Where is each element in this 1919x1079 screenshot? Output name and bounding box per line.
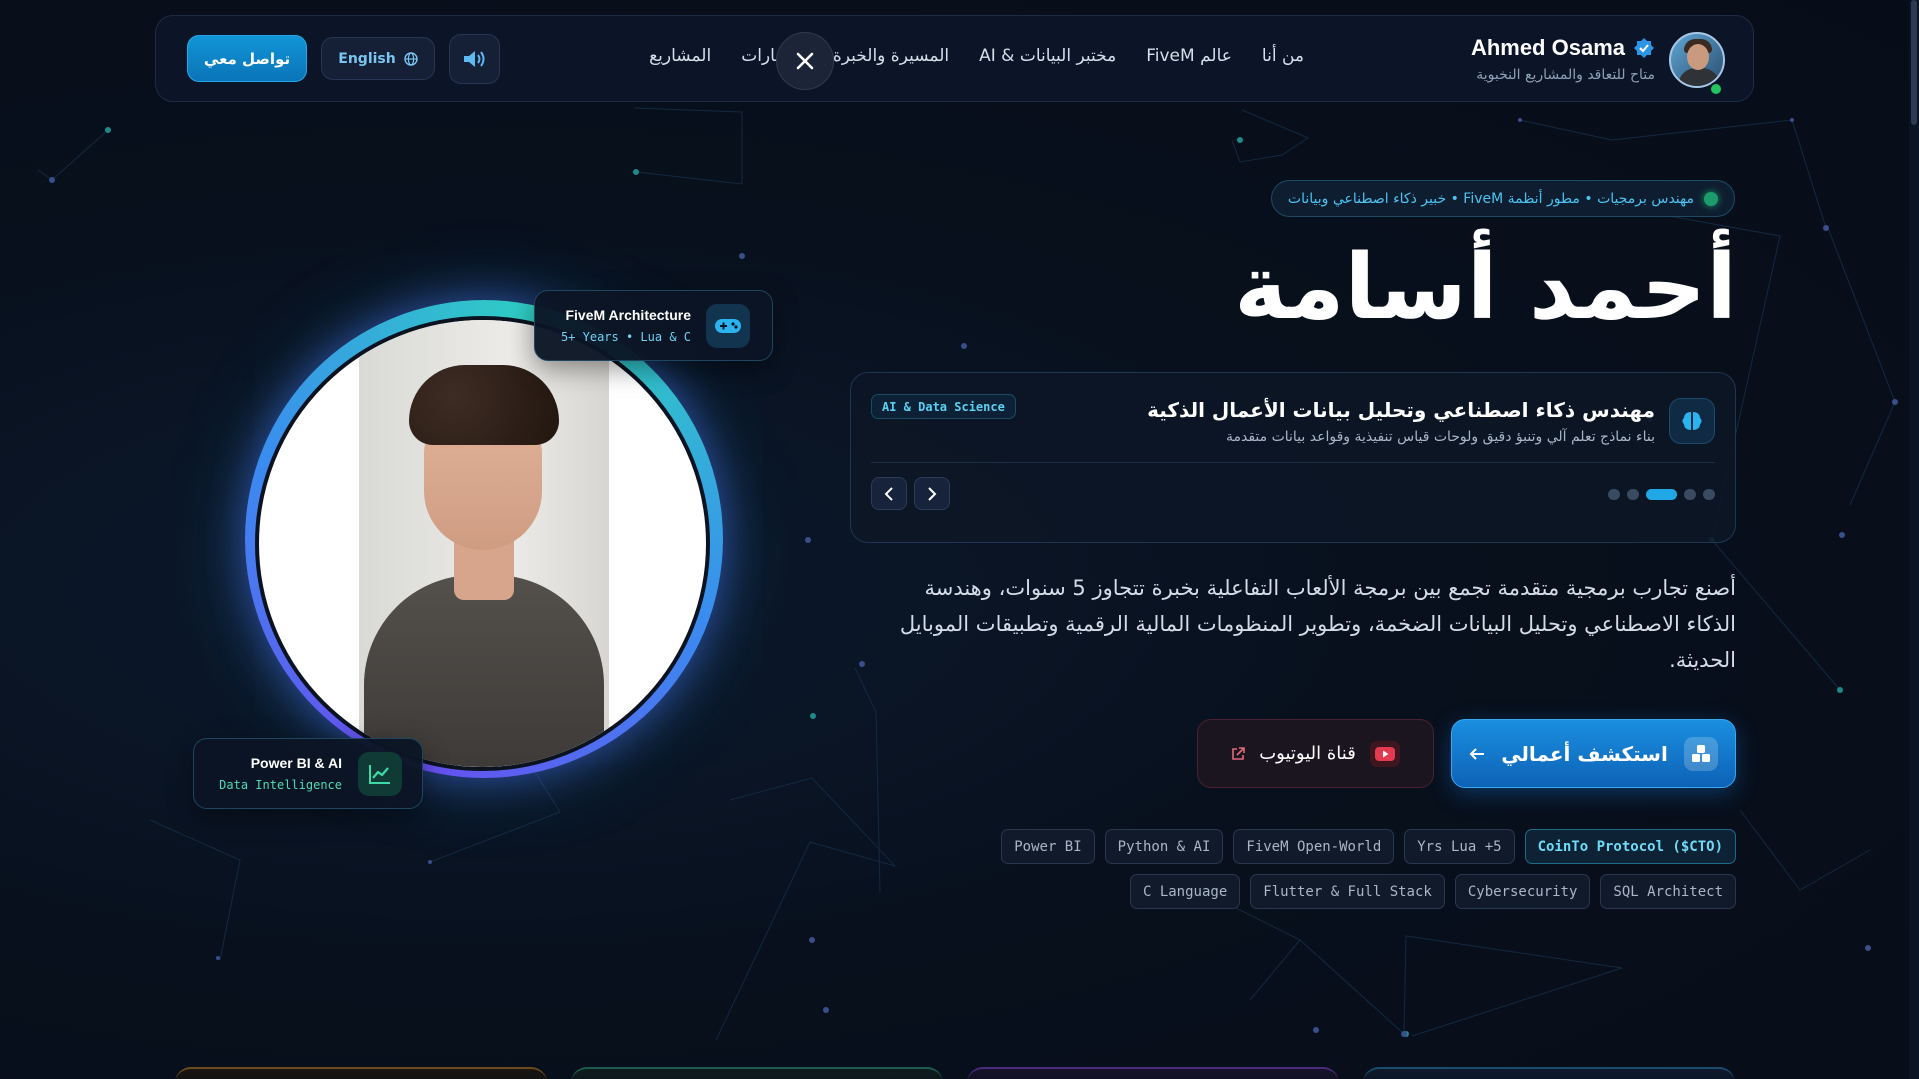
language-toggle-button[interactable]: English bbox=[321, 37, 435, 80]
explore-work-button[interactable]: استكشف أعمالي bbox=[1451, 719, 1736, 788]
profile-photo bbox=[255, 316, 710, 771]
bottom-card-2[interactable] bbox=[571, 1067, 943, 1079]
hero-description: أصنع تجارب برمجية متقدمة تجمع بين برمجة … bbox=[899, 576, 1736, 672]
close-button[interactable] bbox=[776, 32, 834, 90]
brain-icon bbox=[1669, 398, 1715, 444]
nav-link-career[interactable]: المسيرة والخبرة bbox=[833, 46, 949, 66]
gamepad-icon bbox=[706, 304, 750, 348]
slider-dot[interactable] bbox=[1608, 489, 1620, 500]
online-status-dot bbox=[1709, 82, 1723, 96]
slider-category-tag: AI & Data Science bbox=[871, 394, 1016, 419]
external-link-icon bbox=[1232, 746, 1246, 760]
slider-subtitle: بناء نماذج تعلم آلي وتنبؤ دقيق ولوحات قي… bbox=[1225, 429, 1655, 445]
skill-chip: Python & AI bbox=[1104, 829, 1224, 864]
sound-toggle-button[interactable] bbox=[449, 34, 500, 84]
bottom-cards-strip bbox=[175, 1067, 1735, 1079]
fivem-card-title: FiveM Architecture bbox=[565, 307, 691, 323]
page-scrollbar[interactable] bbox=[1909, 0, 1919, 1079]
youtube-channel-button[interactable]: قناة اليوتيوب bbox=[1197, 719, 1434, 788]
skill-chip: Cybersecurity bbox=[1454, 874, 1591, 909]
slider-pagination bbox=[1608, 489, 1715, 500]
powerbi-ai-card: Power BI & AI Data Intelligence bbox=[193, 738, 423, 809]
avatar[interactable] bbox=[1669, 32, 1725, 88]
fivem-card-subtitle: 5+ Years • Lua & C bbox=[560, 330, 691, 344]
slider-divider bbox=[871, 462, 1715, 463]
nav-link-about[interactable]: من أنا bbox=[1262, 46, 1304, 66]
role-slider-card: مهندس ذكاء اصطناعي وتحليل بيانات الأعمال… bbox=[850, 372, 1736, 543]
skill-chip: Power BI bbox=[1001, 829, 1095, 864]
skill-chip: C Language bbox=[1129, 874, 1241, 909]
availability-status: متاح للتعاقد والمشاريع النخبوية bbox=[1476, 67, 1655, 83]
powerbi-card-title: Power BI & AI bbox=[250, 755, 342, 771]
fivem-architecture-card: FiveM Architecture 5+ Years • Lua & C bbox=[534, 290, 773, 361]
slider-dot[interactable] bbox=[1703, 489, 1715, 500]
chart-line-icon bbox=[358, 752, 402, 796]
brand-block[interactable]: Ahmed Osama متاح للتعاقد والمشاريع النخب… bbox=[1395, 35, 1655, 83]
chevron-right-icon bbox=[928, 486, 937, 501]
youtube-channel-label: قناة اليوتيوب bbox=[1259, 743, 1356, 764]
roles-badge-text: مهندس برمجيات • مطور أنظمة FiveM • خبير … bbox=[1287, 190, 1694, 207]
bottom-card-3[interactable] bbox=[967, 1067, 1339, 1079]
nav-link-data-lab[interactable]: مختبر البيانات & AI bbox=[979, 46, 1116, 66]
youtube-icon bbox=[1369, 740, 1400, 767]
skill-chip: CoinTo Protocol ($CTO) bbox=[1524, 829, 1736, 864]
slider-prev-button[interactable] bbox=[871, 477, 907, 510]
slider-next-button[interactable] bbox=[914, 477, 950, 510]
slider-dot[interactable] bbox=[1646, 489, 1677, 500]
skill-chip: Flutter & Full Stack bbox=[1250, 874, 1445, 909]
cubes-icon bbox=[1683, 736, 1718, 771]
verified-badge-icon bbox=[1634, 38, 1654, 58]
slider-title: مهندس ذكاء اصطناعي وتحليل بيانات الأعمال… bbox=[1147, 398, 1655, 422]
slider-dot[interactable] bbox=[1684, 489, 1696, 500]
nav-link-fivem[interactable]: عالم FiveM bbox=[1146, 46, 1232, 66]
speaker-icon bbox=[463, 51, 484, 67]
status-dot bbox=[1704, 191, 1718, 206]
skill-chip: FiveM Open-World bbox=[1233, 829, 1395, 864]
top-navbar: تواصل معي English من أنا عالم FiveM مختب… bbox=[155, 15, 1754, 102]
close-icon bbox=[796, 52, 814, 70]
skill-chip: SQL Architect bbox=[1600, 874, 1736, 909]
skill-chip: 5+ Yrs Lua bbox=[1404, 829, 1515, 864]
roles-badge: مهندس برمجيات • مطور أنظمة FiveM • خبير … bbox=[1270, 180, 1735, 217]
nav-links: من أنا عالم FiveM مختبر البيانات & AI ال… bbox=[649, 46, 1304, 66]
scrollbar-thumb[interactable] bbox=[1911, 0, 1917, 125]
globe-icon bbox=[404, 51, 418, 66]
language-label: English bbox=[338, 50, 396, 67]
brand-name: Ahmed Osama bbox=[1470, 35, 1625, 60]
bottom-card-4[interactable] bbox=[1363, 1067, 1735, 1079]
slider-dot[interactable] bbox=[1627, 489, 1639, 500]
hero-name-title: أحمد أسامة bbox=[1234, 235, 1738, 340]
powerbi-card-subtitle: Data Intelligence bbox=[219, 778, 342, 792]
nav-link-projects[interactable]: المشاريع bbox=[649, 46, 711, 66]
contact-me-button[interactable]: تواصل معي bbox=[187, 35, 307, 82]
skill-chips: CoinTo Protocol ($CTO) 5+ Yrs Lua FiveM Op… bbox=[940, 829, 1736, 909]
explore-work-label: استكشف أعمالي bbox=[1501, 741, 1668, 766]
chevron-left-icon bbox=[884, 486, 893, 501]
bottom-card-1[interactable] bbox=[175, 1067, 547, 1079]
arrow-left-icon bbox=[1469, 747, 1485, 760]
